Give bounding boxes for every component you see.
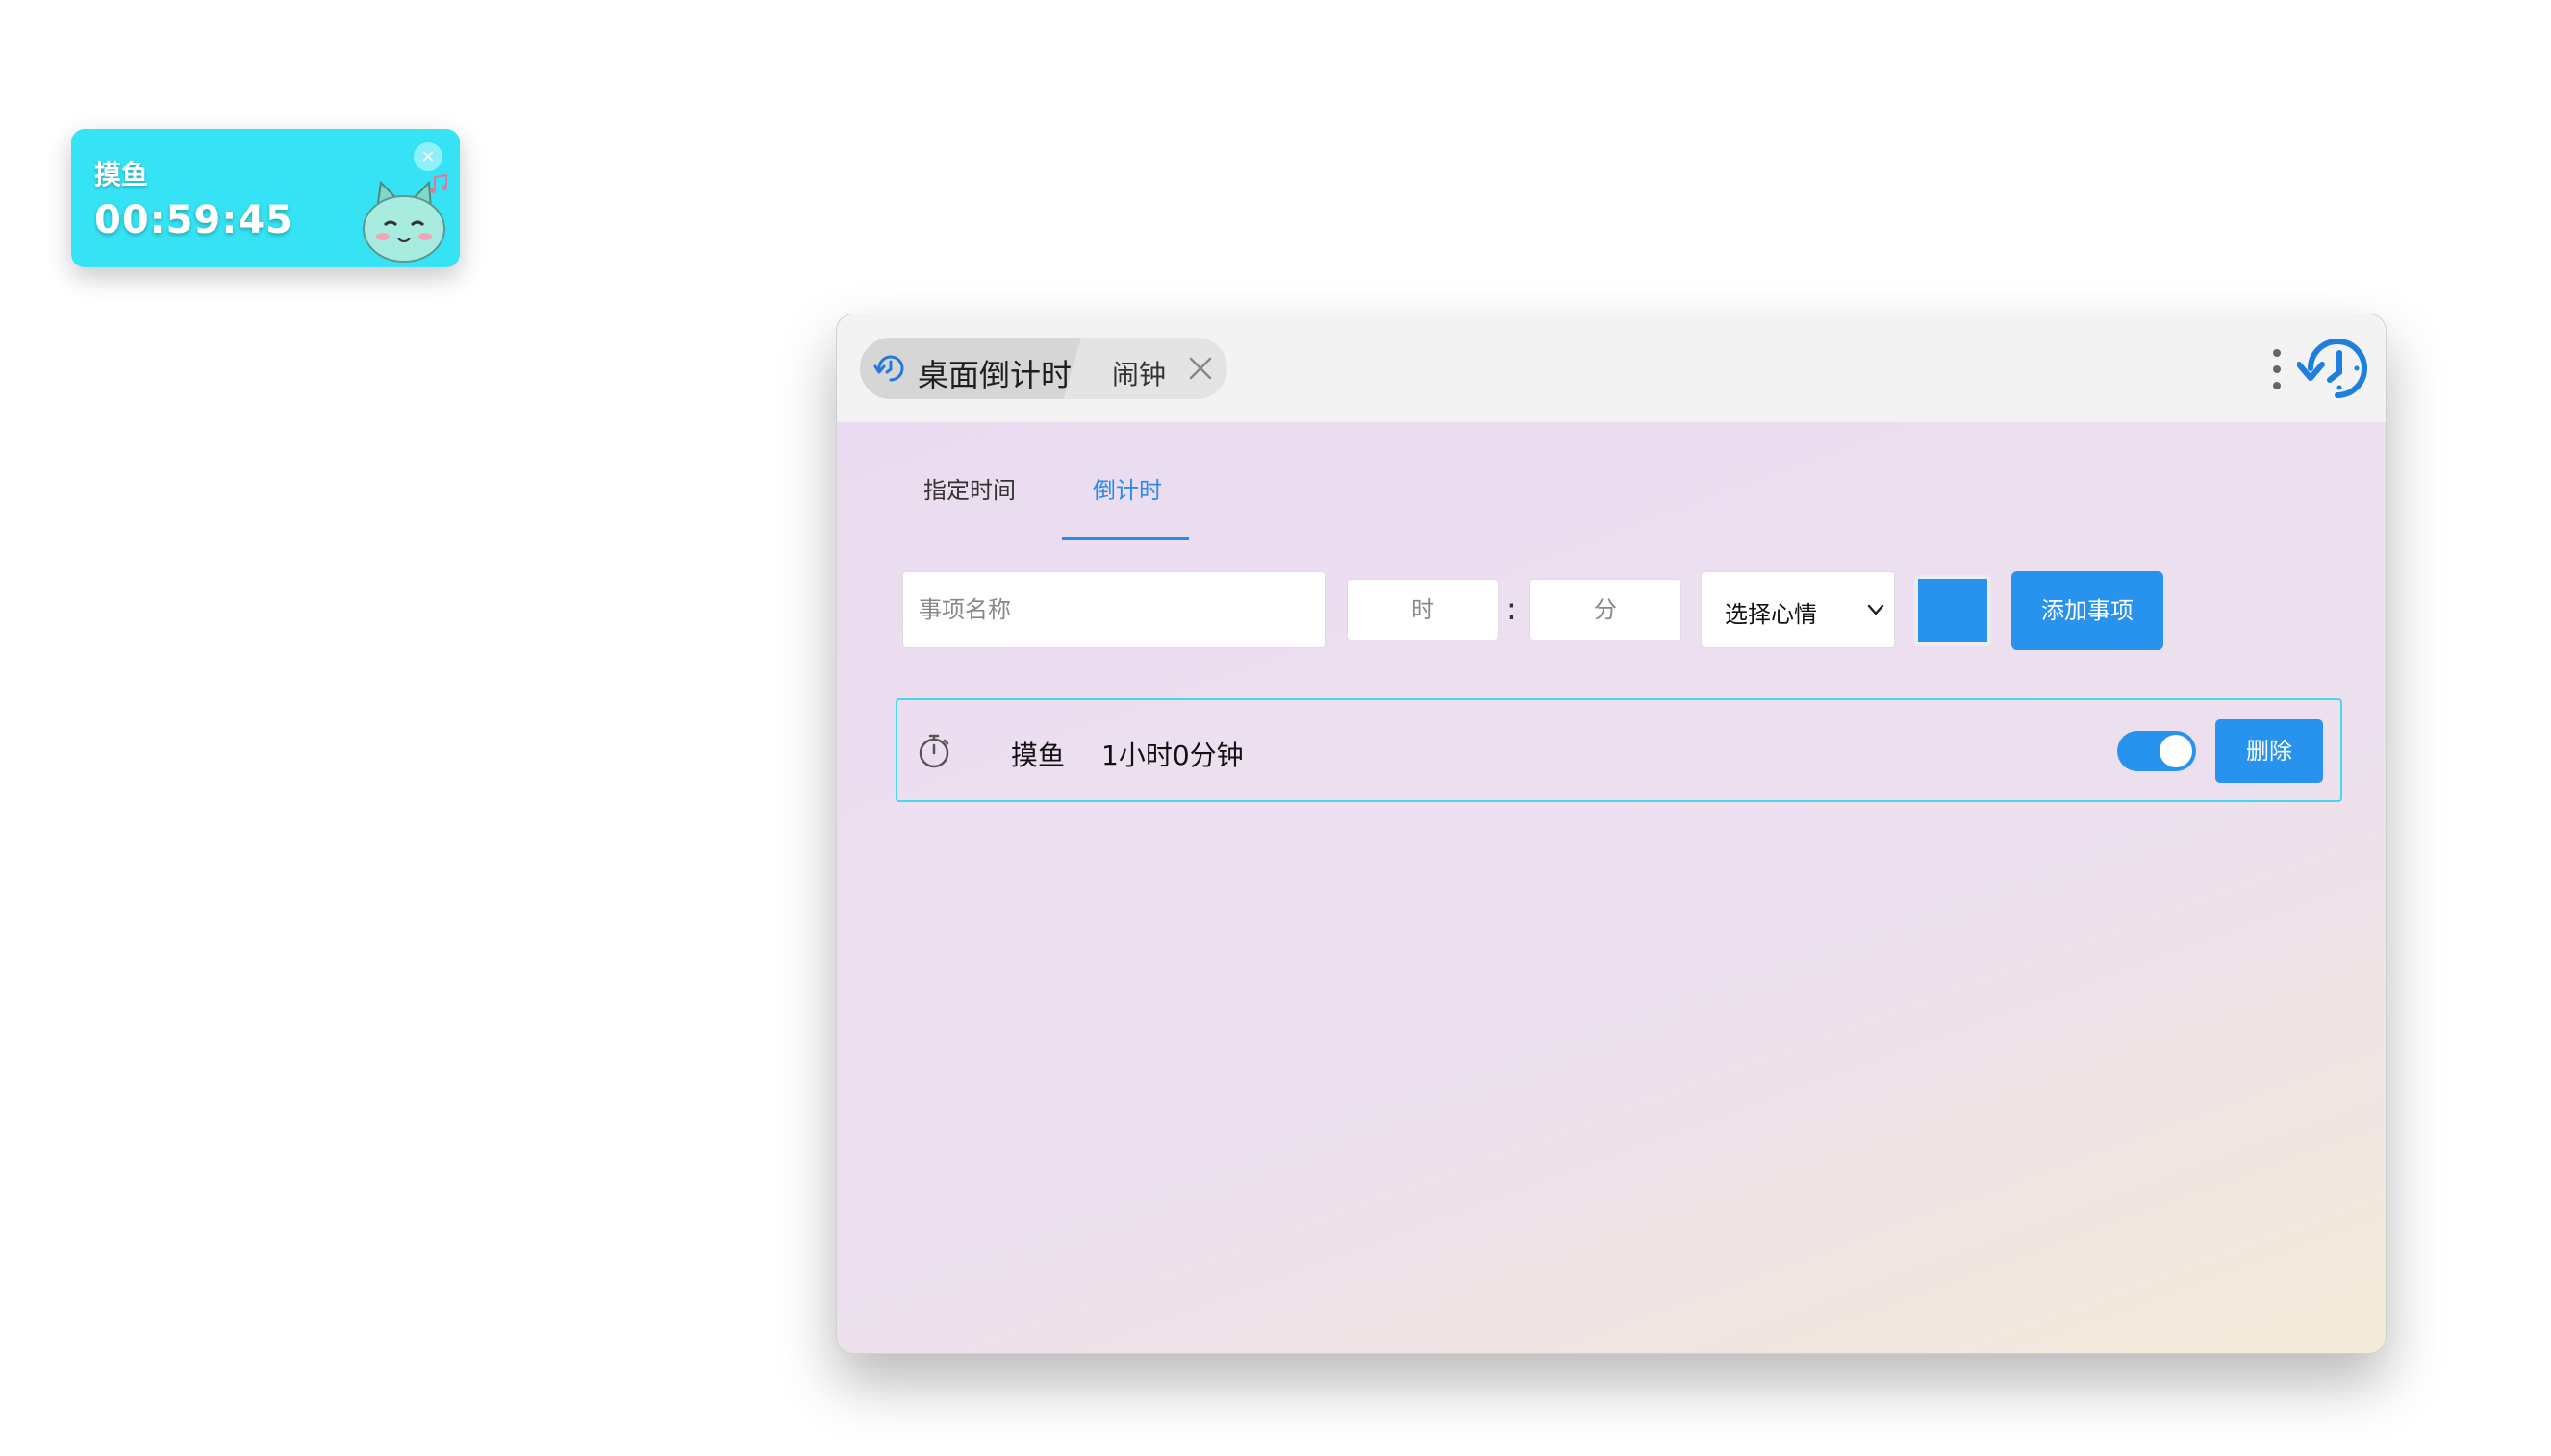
clock-refresh-icon: [2297, 339, 2367, 398]
vertical-dots-icon[interactable]: [2270, 347, 2284, 391]
chevron-down-icon: [1867, 604, 1884, 615]
widget-close-button[interactable]: ×: [414, 142, 442, 171]
delete-button[interactable]: 删除: [2215, 719, 2323, 783]
time-separator: :: [1506, 590, 1517, 627]
widget-time: 00:59:45: [94, 198, 293, 242]
tab-group: 桌面倒计时 闹钟: [860, 338, 1227, 399]
cat-mascot-icon: [363, 173, 447, 263]
item-enable-toggle[interactable]: [2117, 731, 2196, 771]
mood-select[interactable]: 选择心情: [1701, 571, 1895, 648]
tab-specified-time[interactable]: 指定时间: [923, 471, 1016, 505]
color-picker[interactable]: [1914, 575, 1991, 646]
hour-input[interactable]: [1347, 579, 1499, 640]
tab-desktop-countdown-label: 桌面倒计时: [918, 357, 1073, 393]
widget-title: 摸鱼: [94, 159, 149, 190]
item-duration: 1小时0分钟: [1101, 740, 1244, 771]
app-window: 桌面倒计时 闹钟: [836, 314, 2387, 1354]
stopwatch-icon: [919, 734, 949, 768]
title-bar: 桌面倒计时 闹钟: [837, 314, 2386, 422]
toggle-knob: [2160, 735, 2192, 767]
tab-alarm-label[interactable]: 闹钟: [1112, 354, 1166, 392]
item-name: 摸鱼: [1011, 740, 1066, 771]
add-item-button[interactable]: 添加事项: [2011, 571, 2163, 650]
minute-input[interactable]: [1529, 579, 1681, 640]
countdown-widget[interactable]: 摸鱼 00:59:45 ×: [71, 129, 460, 267]
active-tab-indicator: [1062, 537, 1189, 540]
item-name-input[interactable]: [902, 571, 1326, 648]
tab-countdown[interactable]: 倒计时: [1093, 471, 1162, 505]
close-icon[interactable]: [1187, 355, 1214, 382]
clock-refresh-icon: [873, 355, 904, 382]
list-item: 摸鱼 1小时0分钟 删除: [896, 698, 2342, 802]
mood-select-label: 选择心情: [1725, 601, 1817, 628]
